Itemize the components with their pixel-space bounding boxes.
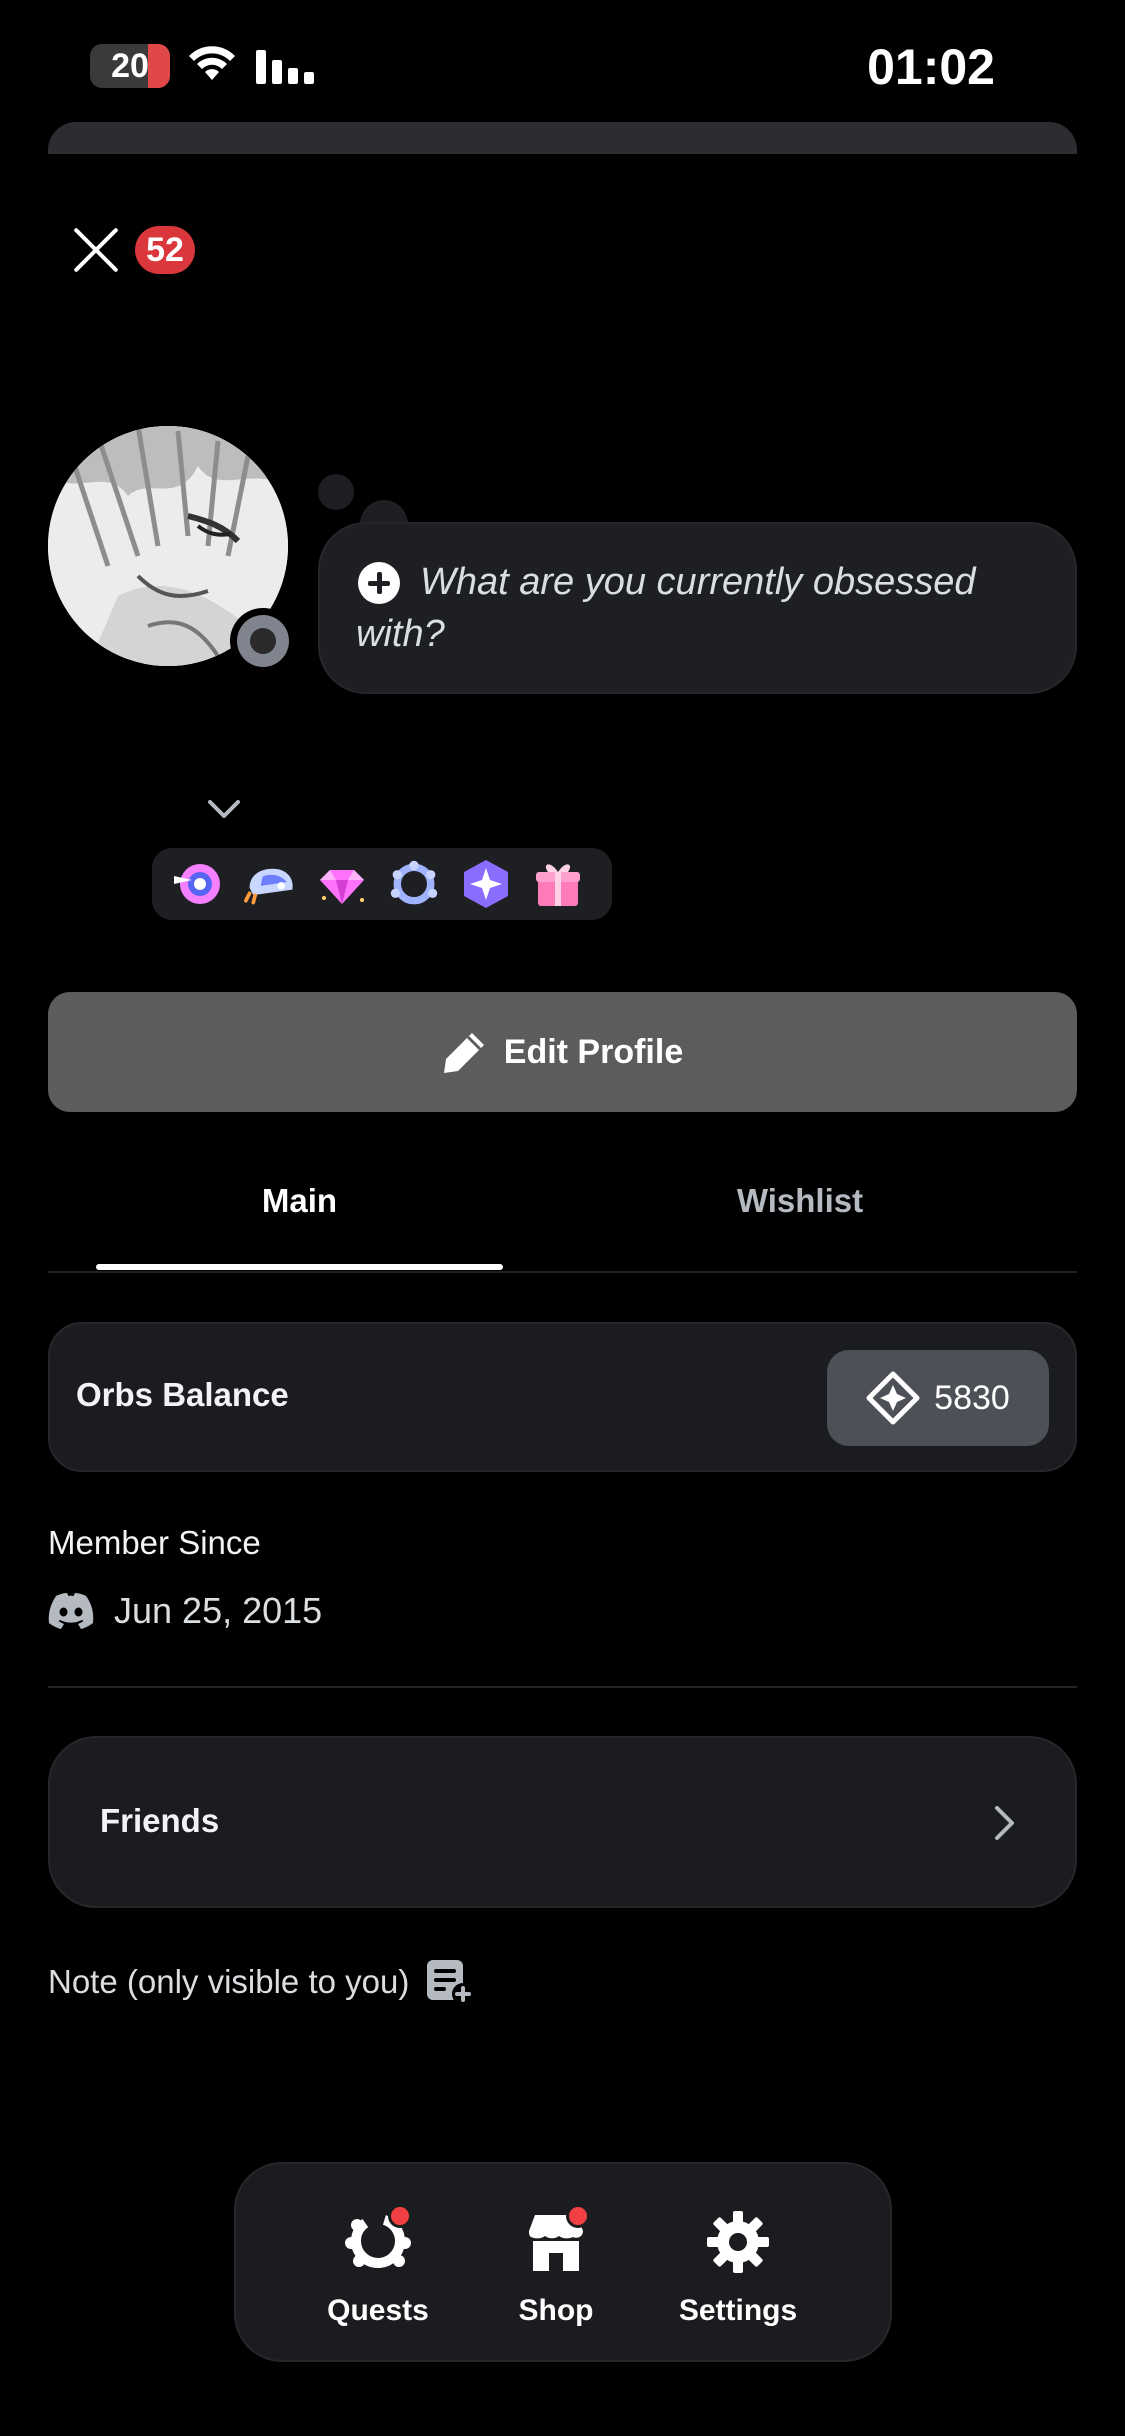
profile-badges <box>152 848 612 920</box>
add-icon <box>358 562 400 604</box>
orb-badge-icon[interactable] <box>460 858 512 910</box>
nitro-icon[interactable] <box>244 858 296 910</box>
active-tab-indicator <box>96 1264 503 1270</box>
battery-level: 20 <box>111 46 149 85</box>
discord-logo-icon <box>48 1593 94 1629</box>
tab-main[interactable]: Main <box>96 1182 503 1220</box>
status-bubble[interactable]: What are you currently obsessed with? <box>318 522 1077 694</box>
nav-settings[interactable]: Settings <box>668 2204 808 2328</box>
orbs-balance-pill[interactable]: 5830 <box>827 1350 1049 1446</box>
friends-row[interactable]: Friends <box>48 1736 1077 1908</box>
chevron-down-icon[interactable] <box>206 798 242 822</box>
status-bar: 20 01:02 <box>0 0 1125 130</box>
note-row[interactable]: Note (only visible to you) <box>48 1958 475 2006</box>
orb-icon <box>866 1371 920 1425</box>
add-note-icon[interactable] <box>425 1958 475 2006</box>
bottom-nav: Quests Shop Settings <box>234 2162 892 2362</box>
note-label: Note (only visible to you) <box>48 1963 410 2000</box>
close-icon[interactable] <box>70 224 122 276</box>
battery-icon: 20 <box>90 44 170 88</box>
edit-profile-label: Edit Profile <box>503 1032 684 1071</box>
notification-badge: 52 <box>135 226 195 274</box>
notification-dot <box>388 2204 412 2228</box>
tab-wishlist[interactable]: Wishlist <box>600 1182 1000 1220</box>
member-since-row: Jun 25, 2015 <box>48 1590 322 1632</box>
friends-label: Friends <box>100 1802 220 1839</box>
divider <box>48 1271 1077 1273</box>
member-since-date: Jun 25, 2015 <box>114 1590 323 1631</box>
nav-quests[interactable]: Quests <box>308 2204 448 2328</box>
gem-icon[interactable] <box>316 858 368 910</box>
nav-shop[interactable]: Shop <box>486 2204 626 2328</box>
edit-profile-button[interactable]: Edit Profile <box>48 992 1077 1112</box>
member-since-title: Member Since <box>48 1524 261 1561</box>
laurel-icon[interactable] <box>388 858 440 910</box>
signal-icon <box>256 50 314 84</box>
nav-settings-label: Settings <box>678 2294 798 2327</box>
wifi-icon <box>189 46 235 80</box>
gear-icon <box>707 2211 769 2273</box>
nav-shop-label: Shop <box>518 2294 594 2327</box>
status-prompt: What are you currently obsessed with? <box>356 561 976 655</box>
clock: 01:02 <box>867 39 995 95</box>
gift-icon[interactable] <box>532 858 584 910</box>
orbs-balance-label: Orbs Balance <box>76 1376 289 1413</box>
nav-quests-label: Quests <box>327 2294 429 2327</box>
orbs-balance-card[interactable]: Orbs Balance 5830 <box>48 1322 1077 1472</box>
orbs-balance-value: 5830 <box>934 1378 1010 1417</box>
chevron-right-icon <box>995 1806 1014 1840</box>
hypesquad-icon[interactable] <box>172 858 224 910</box>
notification-dot <box>566 2204 590 2228</box>
pencil-icon <box>443 1033 484 1073</box>
divider <box>48 1686 1077 1688</box>
status-indicator <box>230 608 296 674</box>
